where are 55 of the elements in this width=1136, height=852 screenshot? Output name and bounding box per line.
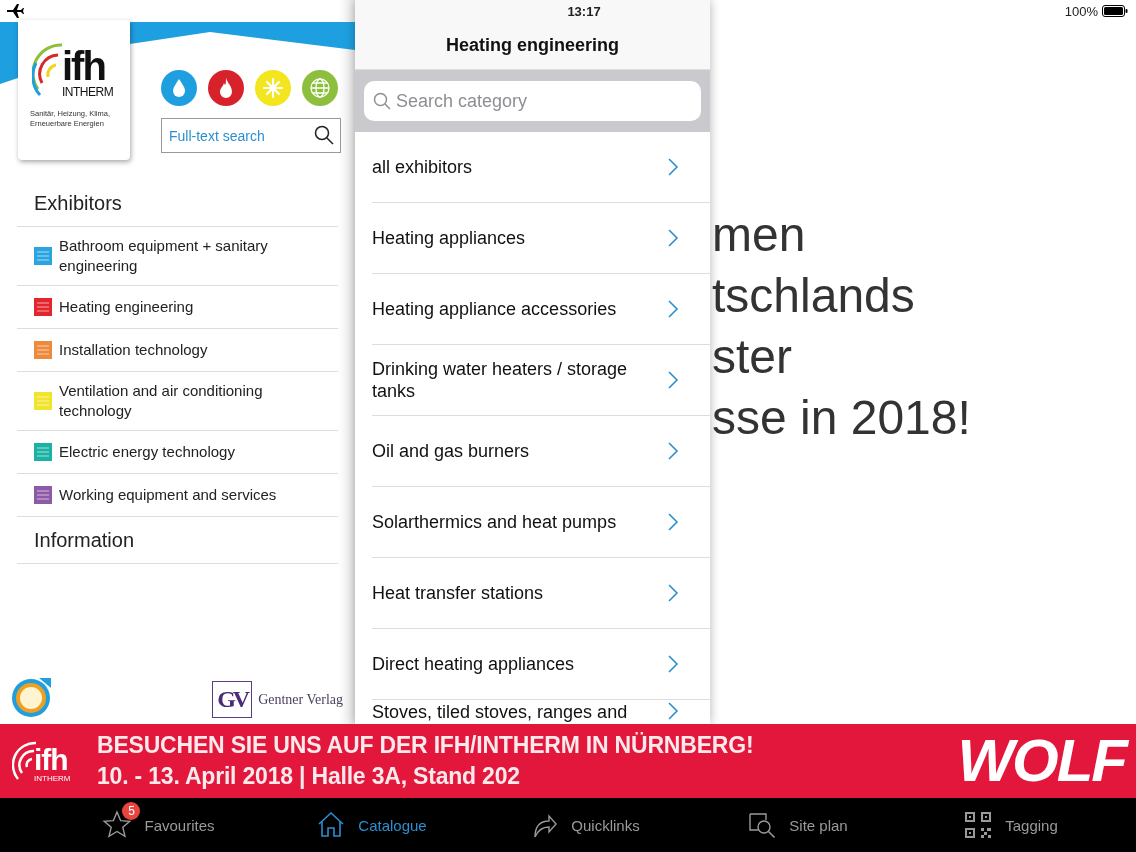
chevron-right-icon [666, 654, 680, 674]
publisher-name: Gentner Verlag [258, 691, 343, 708]
category-row[interactable]: Heating appliance accessories [372, 274, 710, 345]
sidebar-item[interactable]: Installation technology [17, 329, 338, 372]
search-icon [314, 125, 334, 145]
publisher-logo-mark: GV [212, 681, 253, 718]
round-logo-icon [11, 676, 53, 718]
chevron-right-icon [666, 583, 680, 603]
count-badge: 5 [122, 802, 141, 820]
logo-name: INTHERM [34, 774, 71, 783]
logo-wordmark: ifh [34, 746, 68, 774]
banner-text: 10. - 13. April 2018 | Halle 3A, Stand 202 [97, 763, 521, 790]
tab-button[interactable]: Quicklinks [525, 806, 644, 844]
search-field[interactable]: Full-text search [161, 118, 341, 153]
sidebar-item[interactable]: Heating engineering [17, 286, 338, 329]
map-search-icon [747, 810, 778, 840]
headline-text: men tschlands ster sse in 2018! [712, 207, 971, 446]
clock-time: 13:17 [566, 3, 601, 19]
chevron-right-icon [666, 370, 680, 390]
chevron-right-icon [666, 441, 680, 461]
search-field[interactable]: Search category [364, 81, 701, 121]
sidebar-item[interactable]: Working equipment and services [17, 474, 338, 517]
water-drop-icon[interactable] [161, 70, 197, 106]
tab-button[interactable]: Site plan [743, 806, 852, 844]
chevron-right-icon [666, 512, 680, 532]
swoosh-shape [0, 22, 18, 84]
sidebar-item[interactable]: Bathroom equipment + sanitary engineering [17, 227, 338, 286]
chevron-right-icon [666, 701, 680, 721]
battery-icon [1102, 5, 1128, 17]
chevron-right-icon [666, 299, 680, 319]
battery-percentage: 100% [1064, 3, 1098, 19]
tab-button[interactable]: Tagging [959, 806, 1062, 844]
category-row[interactable]: Drinking water heaters / storage tanks [372, 345, 710, 416]
category-row[interactable]: Solarthermics and heat pumps [372, 487, 710, 558]
logo-wordmark: ifh [62, 46, 105, 86]
tab-button[interactable]: Catalogue [312, 806, 431, 844]
section-heading[interactable]: Exhibitors [17, 180, 338, 227]
category-row[interactable]: Direct heating appliances [372, 629, 710, 700]
banner-text: BESUCHEN SIE UNS AUF DER IFH/INTHERM IN NÜRNBERG! [97, 732, 754, 759]
chevron-right-icon [666, 157, 680, 177]
sidebar-item[interactable]: Electric energy technology [17, 431, 338, 474]
search-icon [373, 92, 391, 110]
panel-title: Heating engineering [446, 35, 619, 56]
qr-code-icon [963, 810, 994, 840]
flame-icon[interactable] [208, 70, 244, 106]
category-row[interactable]: Oil and gas burners [372, 416, 710, 487]
category-row[interactable]: Heat transfer stations [372, 558, 710, 629]
section-heading[interactable]: Information [17, 517, 338, 564]
category-row[interactable]: Heating appliances [372, 203, 710, 274]
airplane-mode-icon [6, 4, 24, 18]
chevron-right-icon [666, 228, 680, 248]
logo-name: INTHERM [62, 86, 114, 99]
globe-icon[interactable] [302, 70, 338, 106]
category-row[interactable]: all exhibitors [372, 132, 710, 203]
sidebar-item[interactable]: Ventilation and air conditioning technology [17, 372, 338, 431]
